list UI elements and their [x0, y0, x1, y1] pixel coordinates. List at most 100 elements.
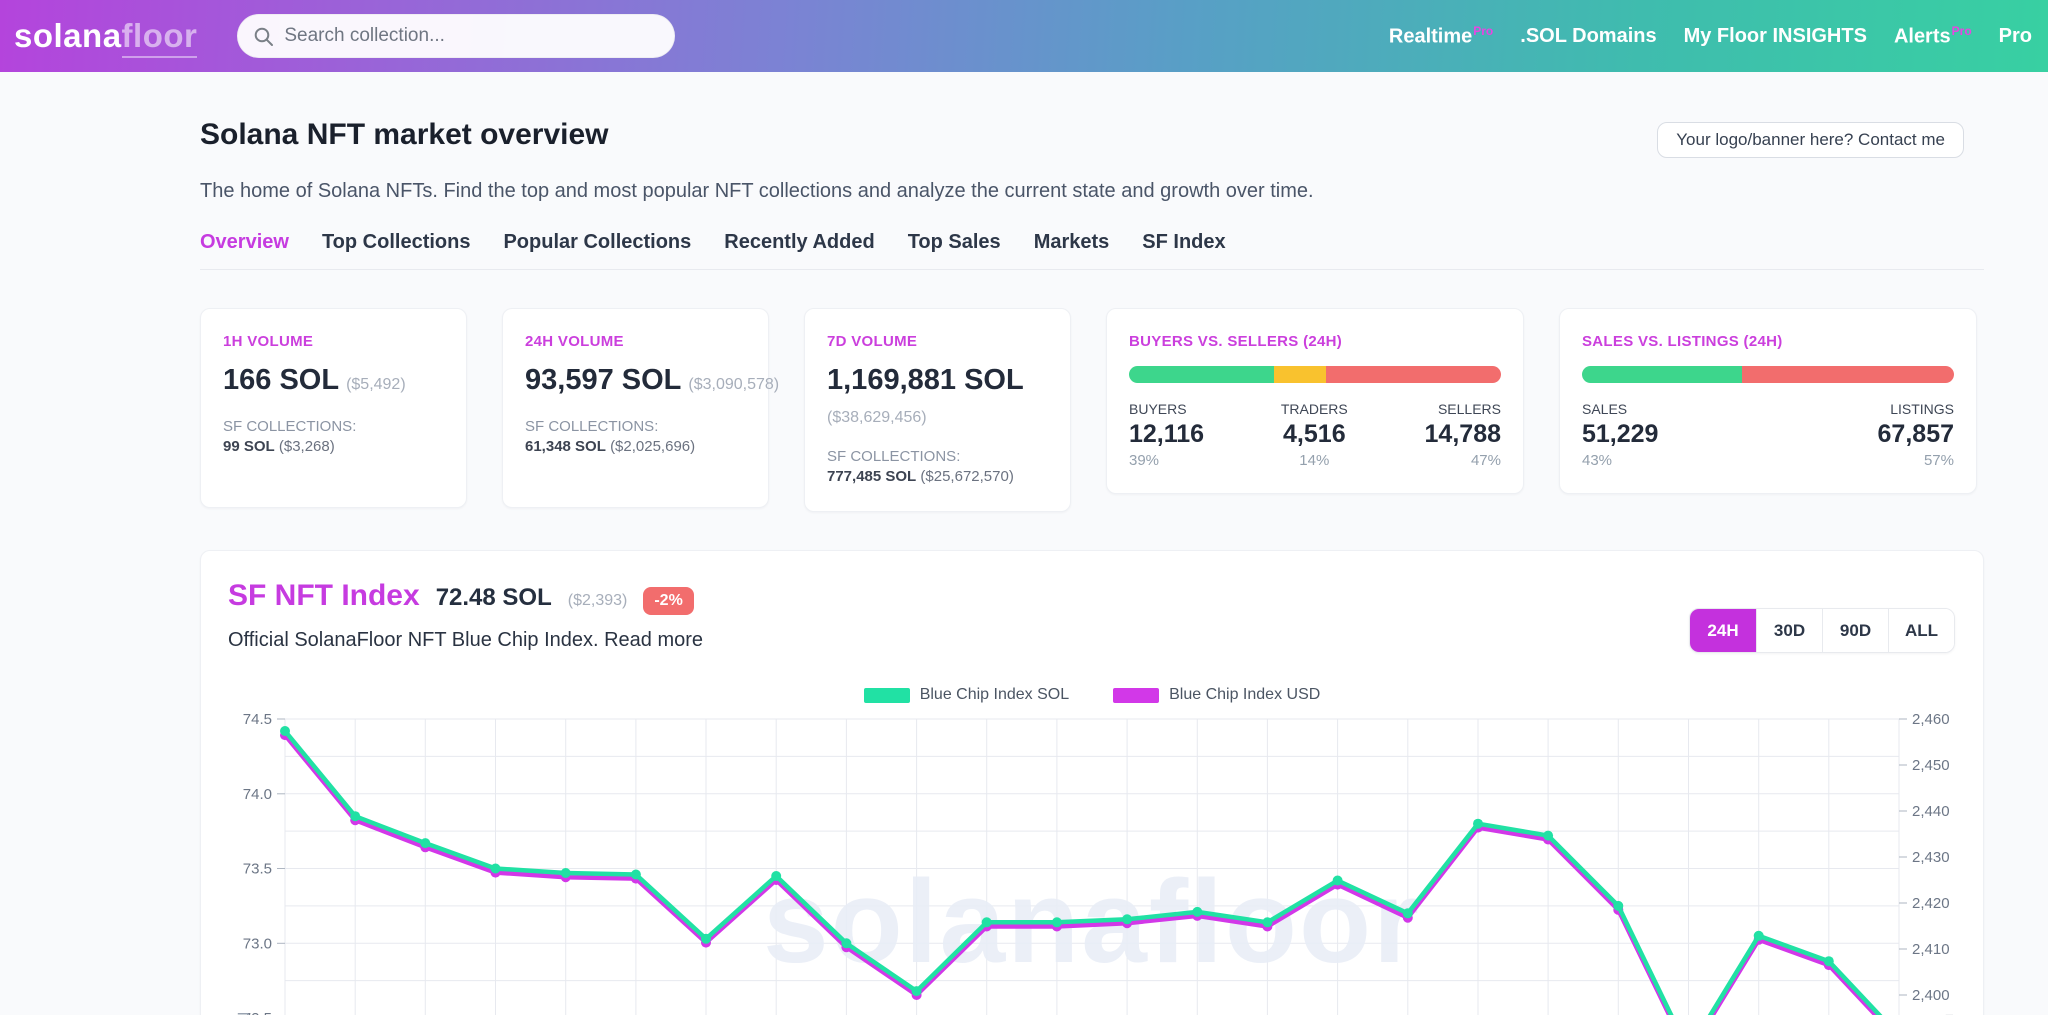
legend-swatch-sol: [863, 687, 910, 703]
svg-text:2,420: 2,420: [1912, 895, 1950, 912]
sf-collections-label: SF COLLECTIONS:: [827, 448, 961, 465]
stat-percent: 43%: [1582, 452, 1613, 469]
svg-text:2,400: 2,400: [1912, 987, 1950, 1004]
chart-area: solanafloor74.574.073.573.072.52,4602,45…: [228, 711, 1956, 1015]
nav-links: RealtimePro .SOL Domains My Floor INSIGH…: [1389, 24, 2034, 49]
sf-collections-block: SF COLLECTIONS: 99 SOL ($3,268): [223, 417, 444, 457]
legend-item-sol[interactable]: Blue Chip Index SOL: [863, 686, 1070, 704]
bar-segment: [1129, 366, 1275, 383]
navbar: solanafloor RealtimePro .SOL Domains My …: [0, 0, 2048, 72]
banner-contact-button[interactable]: Your logo/banner here? Contact me: [1657, 122, 1964, 158]
volume-card-24h: 24H VOLUME 93,597 SOL ($3,090,578) SF COL…: [502, 308, 779, 508]
tab-top-collections[interactable]: Top Collections: [322, 231, 471, 254]
stat-buyers: BUYERS 12,116 39%: [1129, 401, 1204, 469]
stats-cards-row: 1H VOLUME 166 SOL ($5,492) SF COLLECTIONS…: [200, 308, 1984, 512]
nav-link-realtime[interactable]: RealtimePro: [1389, 24, 1493, 49]
pro-badge: Pro: [1951, 23, 1972, 38]
sf-index-card: SF NFT Index 72.48 SOL ($2,393) -2% 24H …: [200, 550, 1984, 1015]
chart-legend: Blue Chip Index SOL Blue Chip Index USD: [228, 686, 1956, 704]
tab-markets[interactable]: Markets: [1034, 231, 1110, 254]
range-button-24h[interactable]: 24H: [1690, 609, 1756, 652]
volume-usd: ($5,492): [346, 376, 406, 393]
volume-value: 1,169,881 SOL: [827, 364, 1024, 396]
nav-link-pro[interactable]: Pro: [1999, 25, 2032, 48]
stat-value: 51,229: [1582, 420, 1659, 448]
nav-link-label: Realtime: [1388, 25, 1473, 48]
svg-text:⊐: ⊐: [236, 1008, 250, 1015]
buyers-sellers-card: BUYERS VS. SELLERS (24H) BUYERS 12,116 3…: [1106, 308, 1524, 494]
sf-collections-value: 99 SOL: [223, 438, 275, 455]
sf-index-change-badge: -2%: [643, 587, 694, 615]
stat-percent: 47%: [1470, 452, 1501, 469]
tab-sf-index[interactable]: SF Index: [1142, 231, 1225, 254]
stat-sellers: SELLERS 14,788 47%: [1425, 401, 1501, 469]
sf-collections-usd: ($2,025,696): [610, 438, 696, 455]
stat-label: SELLERS: [1437, 401, 1501, 417]
legend-swatch-usd: [1113, 687, 1160, 703]
legend-label: Blue Chip Index SOL: [919, 686, 1070, 703]
range-button-all[interactable]: ALL: [1888, 609, 1954, 652]
svg-text:74.0: 74.0: [243, 786, 272, 803]
sales-listings-bar: [1582, 366, 1954, 383]
bar-segment: [1274, 366, 1327, 383]
stat-percent: 14%: [1299, 452, 1330, 469]
description-text: Official SolanaFloor NFT Blue Chip Index…: [228, 629, 599, 651]
volume-usd: ($3,090,578): [688, 376, 780, 393]
stat-value: 67,857: [1877, 420, 1954, 448]
nav-link-my-floor-insights[interactable]: My Floor INSIGHTS: [1684, 25, 1867, 48]
card-label: 7D VOLUME: [827, 333, 918, 350]
logo-part-floor: floor: [121, 17, 198, 58]
stat-label: SALES: [1582, 401, 1628, 417]
tab-top-sales[interactable]: Top Sales: [908, 231, 1001, 254]
card-label: 1H VOLUME: [223, 333, 314, 350]
volume-value: 93,597 SOL: [525, 364, 682, 396]
stat-value: 12,116: [1129, 420, 1205, 448]
stat-value: 14,788: [1424, 420, 1501, 448]
logo-part-solana: solana: [14, 17, 122, 54]
volume-usd: ($38,629,456): [827, 409, 927, 426]
nav-link-alerts[interactable]: AlertsPro: [1894, 24, 1972, 49]
sf-index-chart: solanafloor74.574.073.573.072.52,4602,45…: [236, 711, 1954, 1015]
sf-collections-block: SF COLLECTIONS: 777,485 SOL ($25,672,570…: [827, 447, 1048, 487]
svg-text:2,450: 2,450: [1912, 757, 1950, 774]
bar-segment: [1326, 366, 1501, 383]
nav-link-label: .SOL Domains: [1520, 24, 1657, 47]
card-label: SALES VS. LISTINGS (24H): [1582, 333, 1783, 350]
range-button-90d[interactable]: 90D: [1822, 609, 1888, 652]
volume-card-1h: 1H VOLUME 166 SOL ($5,492) SF COLLECTIONS…: [200, 308, 467, 508]
pro-badge: Pro: [1473, 23, 1494, 38]
tab-recently-added[interactable]: Recently Added: [724, 231, 874, 254]
svg-text:73.0: 73.0: [243, 935, 272, 952]
search-bar: [237, 14, 676, 58]
search-input[interactable]: [284, 25, 660, 47]
card-label: BUYERS VS. SELLERS (24H): [1129, 333, 1343, 350]
bar-segment: [1582, 366, 1742, 383]
sf-collections-label: SF COLLECTIONS:: [223, 418, 357, 435]
nav-link-sol-domains[interactable]: .SOL Domains: [1520, 25, 1656, 48]
tab-overview[interactable]: Overview: [200, 231, 289, 254]
main-content: Your logo/banner here? Contact me Solana…: [200, 72, 1984, 1015]
stat-label: BUYERS: [1129, 401, 1187, 417]
range-button-30d[interactable]: 30D: [1756, 609, 1822, 652]
volume-card-7d: 7D VOLUME 1,169,881 SOL ($38,629,456) SF…: [804, 308, 1071, 512]
stat-value: 4,516: [1283, 420, 1346, 448]
tabs: Overview Top Collections Popular Collect…: [200, 231, 1984, 270]
sales-listings-stats: SALES 51,229 43% LISTINGS 67,857 57%: [1582, 401, 1954, 469]
read-more-link[interactable]: Read more: [604, 629, 703, 651]
logo[interactable]: solanafloor: [14, 17, 198, 58]
volume-value: 166 SOL: [223, 364, 340, 396]
stat-listings: LISTINGS 67,857 57%: [1878, 401, 1954, 469]
sf-collections-usd: ($3,268): [278, 438, 335, 455]
svg-text:74.5: 74.5: [243, 712, 272, 728]
legend-item-usd[interactable]: Blue Chip Index USD: [1113, 686, 1320, 704]
svg-text:≡: ≡: [1945, 1010, 1954, 1015]
nav-link-label: Alerts: [1893, 25, 1951, 48]
stat-percent: 57%: [1923, 452, 1954, 469]
tab-popular-collections[interactable]: Popular Collections: [503, 231, 691, 254]
svg-text:2,410: 2,410: [1912, 941, 1950, 958]
stat-traders: TRADERS 4,516 14%: [1281, 401, 1348, 469]
buyers-sellers-bar: [1129, 366, 1501, 383]
buyers-sellers-stats: BUYERS 12,116 39% TRADERS 4,516 14% SELL…: [1129, 401, 1501, 469]
sf-collections-value: 777,485 SOL: [827, 468, 917, 485]
sf-collections-value: 61,348 SOL: [525, 438, 606, 455]
